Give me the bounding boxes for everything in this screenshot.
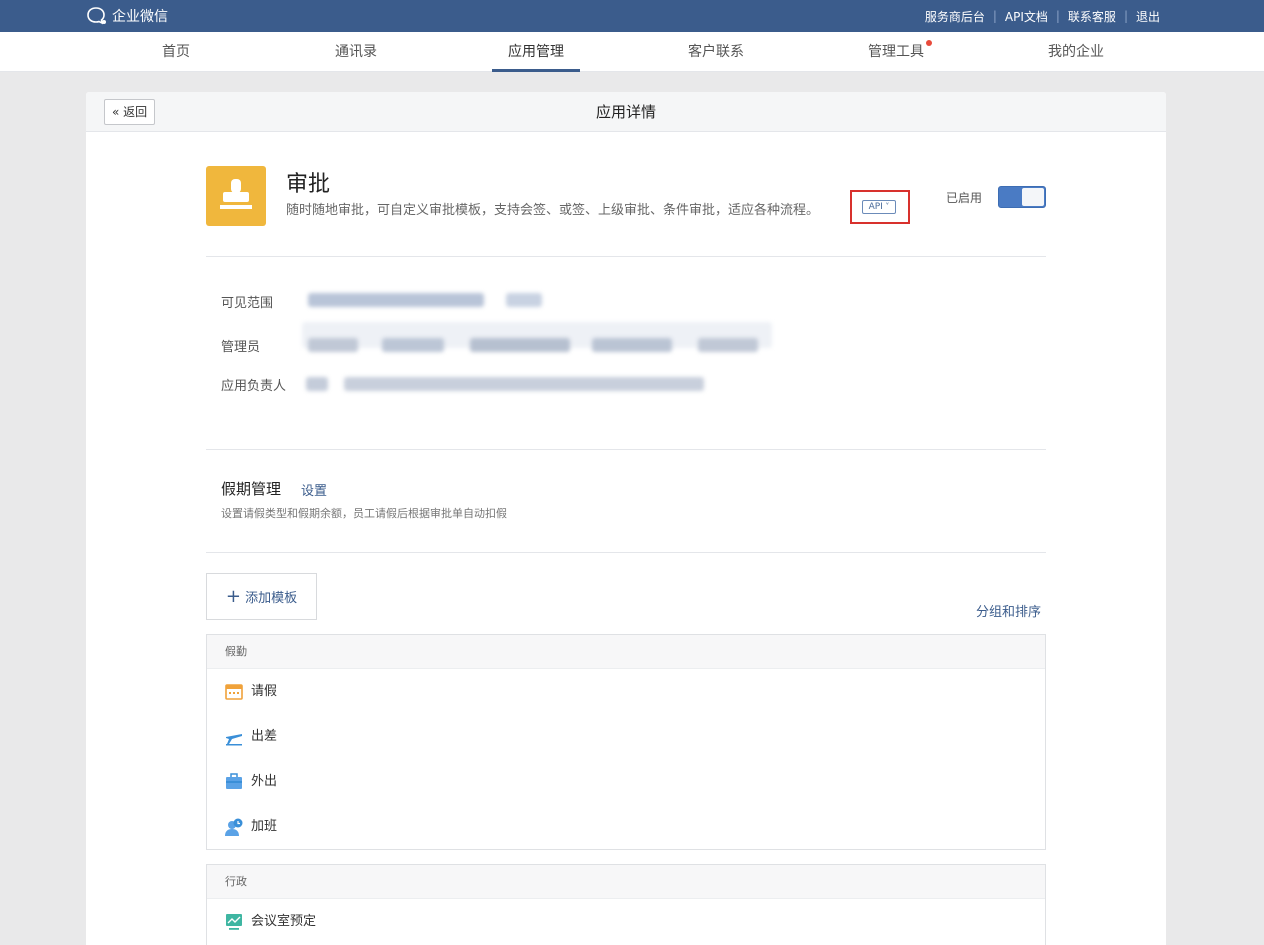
- nav-management-tools-label: 管理工具: [868, 44, 924, 60]
- group-header: 行政: [207, 865, 1045, 899]
- visible-range-label: 可见范围: [221, 296, 274, 311]
- redacted-block: [592, 338, 672, 352]
- template-item-label: 外出: [251, 774, 278, 789]
- template-item-business-trip[interactable]: 出差: [207, 714, 1045, 759]
- redacted-block: [470, 338, 570, 352]
- back-button[interactable]: « 返回: [104, 99, 156, 125]
- api-dropdown-tag[interactable]: API ˅: [862, 200, 896, 214]
- calendar-icon: [225, 684, 243, 700]
- nav-contacts[interactable]: 通讯录: [335, 32, 377, 72]
- group-and-sort-link[interactable]: 分组和排序: [976, 601, 1041, 620]
- plane-icon: [226, 734, 242, 746]
- holiday-management-title: 假期管理: [221, 480, 282, 498]
- template-item-leave[interactable]: 请假: [207, 669, 1045, 714]
- link-separator: |: [1055, 9, 1060, 23]
- nav-management-tools[interactable]: 管理工具: [868, 32, 932, 72]
- nav-my-enterprise[interactable]: 我的企业: [1048, 32, 1104, 72]
- redacted-block: [306, 377, 328, 391]
- chevron-down-icon: ˅: [882, 202, 890, 211]
- divider: [206, 449, 1046, 450]
- provider-backend-link[interactable]: 服务商后台: [925, 8, 985, 25]
- redacted-block: [344, 377, 704, 391]
- divider: [206, 256, 1046, 257]
- overtime-person-icon: [225, 818, 243, 836]
- template-item-overtime[interactable]: 加班: [207, 804, 1045, 849]
- api-docs-link[interactable]: API文档: [1005, 8, 1048, 25]
- template-group-leave: 假勤 请假 出差 外出 加班: [206, 634, 1046, 850]
- template-item-label: 会议室预定: [251, 914, 317, 929]
- meeting-room-icon: [226, 914, 242, 930]
- add-template-button[interactable]: + 添加模板: [206, 573, 317, 620]
- redacted-block: [382, 338, 444, 352]
- approval-app-icon: [206, 166, 266, 226]
- enabled-status-label: 已启用: [946, 191, 983, 205]
- toggle-knob: [1022, 188, 1044, 206]
- add-template-label: 添加模板: [245, 591, 298, 606]
- back-button-label: 返回: [123, 105, 148, 119]
- redacted-block: [506, 293, 542, 307]
- page-title: 应用详情: [595, 103, 656, 121]
- template-item-meeting-room[interactable]: 会议室预定: [207, 899, 1045, 944]
- logo[interactable]: 企业微信: [86, 6, 168, 26]
- logo-text: 企业微信: [112, 9, 168, 25]
- redacted-block: [308, 338, 358, 352]
- wecom-logo-icon: [87, 7, 106, 25]
- template-item-label: 加班: [251, 819, 278, 834]
- contact-support-link[interactable]: 联系客服: [1068, 8, 1116, 25]
- panel-header: 应用详情 « 返回: [86, 92, 1166, 132]
- template-item-going-out[interactable]: 外出: [207, 759, 1045, 804]
- template-item-label: 请假: [251, 684, 278, 699]
- top-bar: 企业微信 服务商后台 | API文档 | 联系客服 | 退出: [0, 0, 1264, 32]
- api-tag-label: API: [868, 202, 883, 212]
- owner-label: 应用负责人: [221, 379, 287, 394]
- nav-customer-contact[interactable]: 客户联系: [688, 32, 744, 72]
- stamp-icon: [220, 179, 252, 209]
- group-header: 假勤: [207, 635, 1045, 669]
- double-chevron-left-icon: «: [112, 105, 120, 119]
- link-separator: |: [1123, 9, 1128, 23]
- app-name: 审批: [286, 172, 331, 197]
- template-group-admin: 行政 会议室预定: [206, 864, 1046, 945]
- plus-icon: +: [225, 586, 241, 607]
- nav-app-management[interactable]: 应用管理: [492, 32, 580, 72]
- briefcase-icon: [226, 773, 242, 789]
- notification-dot: [926, 40, 932, 46]
- app-detail-panel: 应用详情 « 返回 审批 随时随地审批，可自定义审批模板，支持会签、或签、上级审…: [86, 92, 1166, 945]
- divider: [206, 552, 1046, 553]
- logout-link[interactable]: 退出: [1136, 8, 1160, 25]
- redacted-block: [308, 293, 484, 307]
- app-description: 随时随地审批，可自定义审批模板，支持会签、或签、上级审批、条件审批，适应各种流程…: [286, 203, 820, 218]
- enable-toggle[interactable]: [998, 186, 1046, 208]
- link-separator: |: [992, 9, 997, 23]
- holiday-management-description: 设置请假类型和假期余额，员工请假后根据审批单自动扣假: [221, 507, 507, 520]
- template-item-label: 出差: [251, 729, 278, 744]
- main-nav: 首页 通讯录 应用管理 客户联系 管理工具 我的企业: [0, 32, 1264, 72]
- redacted-block: [698, 338, 758, 352]
- top-links: 服务商后台 | API文档 | 联系客服 | 退出: [925, 0, 1160, 32]
- admins-label: 管理员: [221, 340, 261, 355]
- nav-home[interactable]: 首页: [162, 32, 190, 72]
- holiday-settings-link[interactable]: 设置: [301, 480, 327, 499]
